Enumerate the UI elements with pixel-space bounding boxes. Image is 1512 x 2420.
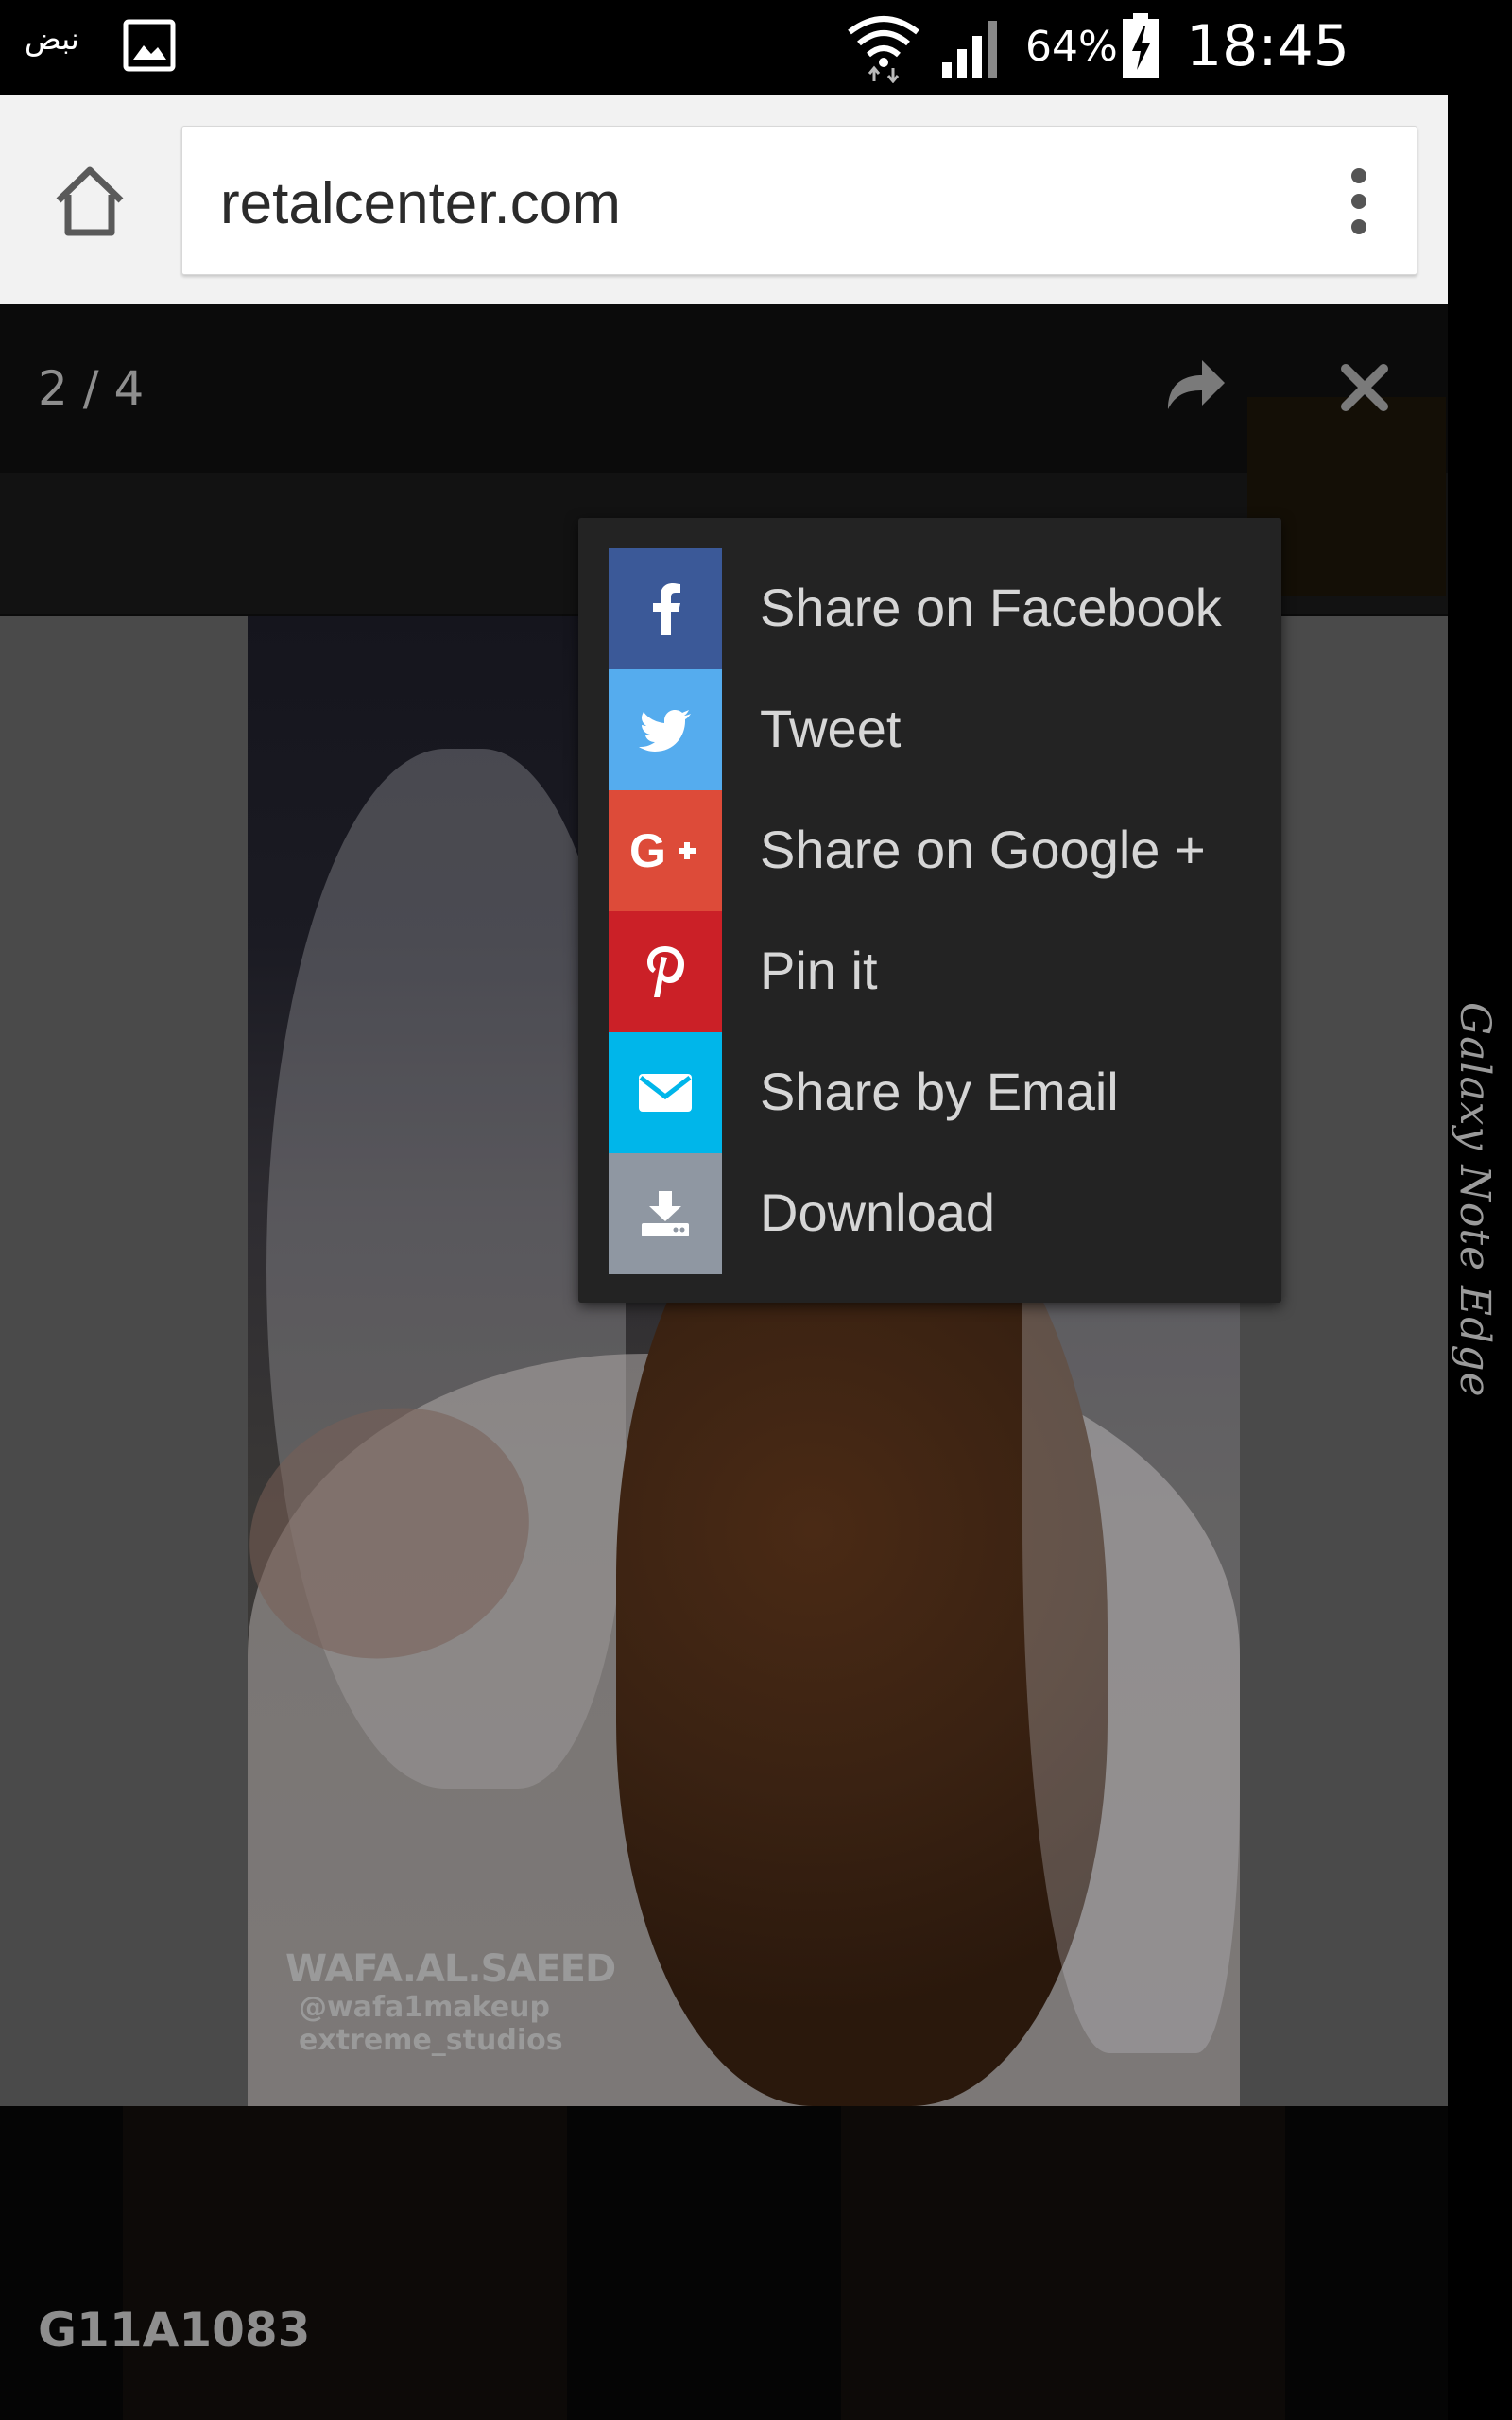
share-pinterest-item[interactable]: Pin it xyxy=(609,911,1251,1032)
battery-percentage: 64% xyxy=(1025,23,1118,71)
download-icon xyxy=(609,1153,722,1274)
thumbnail[interactable] xyxy=(841,2106,1285,2420)
clock: 18:45 xyxy=(1186,13,1349,79)
close-icon[interactable] xyxy=(1338,361,1391,414)
browser-toolbar: retalcenter.com xyxy=(0,95,1448,304)
download-item[interactable]: Download xyxy=(609,1153,1251,1274)
share-menu: Share on Facebook Tweet G Share on Googl… xyxy=(578,518,1281,1303)
email-icon xyxy=(609,1032,722,1153)
google-plus-icon: G xyxy=(609,790,722,911)
carrier-name: نبض xyxy=(25,21,79,57)
share-facebook-label: Share on Facebook xyxy=(760,578,1222,637)
edge-screen-label: Galaxy Note Edge xyxy=(1448,1002,1512,1418)
url-bar[interactable]: retalcenter.com xyxy=(181,126,1418,275)
share-email-label: Share by Email xyxy=(760,1062,1119,1121)
battery-charging-icon xyxy=(1123,13,1159,78)
facebook-icon xyxy=(609,548,722,669)
photo-watermark: WAFA.AL.SAEED @wafa1makeup extreme_studi… xyxy=(285,1947,616,2057)
thumbnail-strip xyxy=(0,2106,1448,2420)
share-twitter-item[interactable]: Tweet xyxy=(609,669,1251,790)
image-caption: G11A1083 xyxy=(38,2303,311,2358)
share-facebook-item[interactable]: Share on Facebook xyxy=(609,548,1251,669)
share-twitter-label: Tweet xyxy=(760,699,902,758)
url-text: retalcenter.com xyxy=(220,171,621,236)
watermark-line-3: extreme_studios xyxy=(299,2024,563,2057)
watermark-line-2: @wafa1makeup xyxy=(299,1991,550,2024)
overflow-menu-button[interactable] xyxy=(1335,166,1383,236)
wifi-icon xyxy=(848,16,919,83)
status-bar: نبض 64% 18:45 xyxy=(0,0,1512,95)
twitter-icon xyxy=(609,669,722,790)
gallery-notification-icon xyxy=(123,19,176,72)
signal-icon xyxy=(942,21,997,78)
device-name-text: Galaxy Note Edge xyxy=(1451,1002,1499,1398)
svg-text:G: G xyxy=(629,827,666,874)
image-counter: 2 / 4 xyxy=(38,361,145,416)
share-email-item[interactable]: Share by Email xyxy=(609,1032,1251,1153)
share-google-plus-item[interactable]: G Share on Google + xyxy=(609,790,1251,911)
download-label: Download xyxy=(760,1183,996,1242)
home-icon[interactable] xyxy=(49,161,130,242)
share-google-plus-label: Share on Google + xyxy=(760,820,1206,879)
pinterest-icon xyxy=(609,911,722,1032)
thumbnail[interactable] xyxy=(123,2106,567,2420)
share-icon[interactable] xyxy=(1162,354,1228,413)
share-pinterest-label: Pin it xyxy=(760,941,878,1000)
watermark-line-1: WAFA.AL.SAEED xyxy=(285,1947,616,1991)
